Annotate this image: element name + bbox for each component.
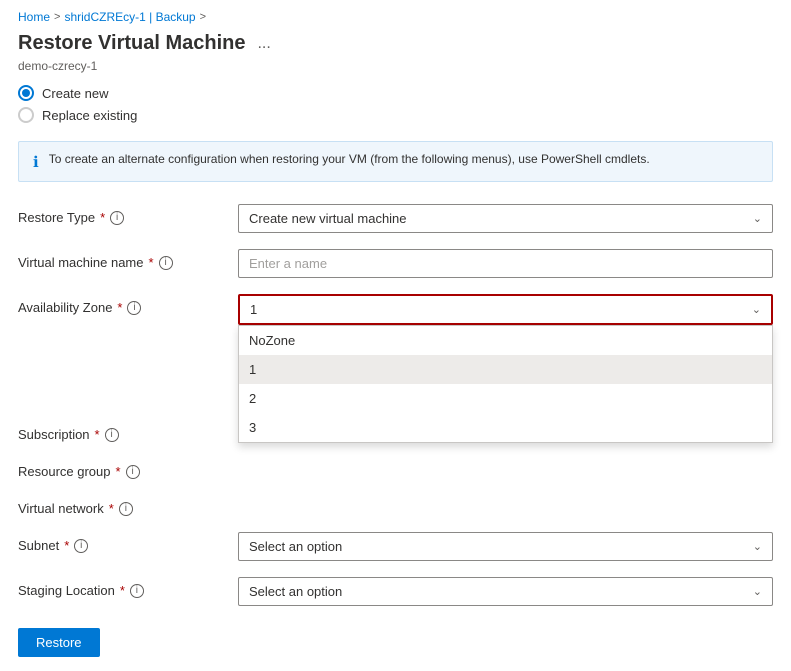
staging-location-dropdown[interactable]: Select an option ⌄ (238, 577, 773, 606)
breadcrumb-sep1: > (54, 11, 60, 23)
subscription-label: Subscription * i (18, 421, 238, 442)
subnet-control: Select an option ⌄ (238, 532, 773, 561)
avail-option-2[interactable]: 2 (239, 384, 772, 413)
staging-location-value: Select an option (249, 584, 753, 599)
restore-type-label: Restore Type * i (18, 204, 238, 225)
restore-option-group: Create new Replace existing (0, 81, 791, 133)
form-row-vm-name: Virtual machine name * i (18, 241, 773, 286)
radio-replace-existing[interactable]: Replace existing (18, 107, 773, 123)
restore-type-info-icon: i (110, 211, 124, 225)
vm-name-input[interactable] (238, 249, 773, 278)
form-row-subnet: Subnet * i Select an option ⌄ (18, 524, 773, 569)
staging-location-control: Select an option ⌄ (238, 577, 773, 606)
subnet-value: Select an option (249, 539, 753, 554)
page-title-row: Restore Virtual Machine ... (0, 28, 791, 57)
footer: Restore (0, 614, 791, 671)
restore-type-value: Create new virtual machine (249, 211, 753, 226)
info-banner-text: To create an alternate configuration whe… (49, 152, 650, 166)
subscription-info-icon: i (105, 428, 119, 442)
vm-name-field-label: Virtual machine name * i (18, 249, 238, 270)
subnet-chevron-icon: ⌄ (753, 540, 762, 553)
radio-create-new-label: Create new (42, 86, 108, 101)
radio-replace-existing-circle (18, 107, 34, 123)
staging-location-info-icon: i (130, 584, 144, 598)
availability-zone-wrapper: 1 ⌄ NoZone 1 2 3 (238, 294, 773, 325)
avail-option-nozone[interactable]: NoZone (239, 326, 772, 355)
ellipsis-button[interactable]: ... (253, 33, 274, 55)
form-row-restore-type: Restore Type * i Create new virtual mach… (18, 196, 773, 241)
virtual-network-info-icon: i (119, 502, 133, 516)
breadcrumb: Home > shridCZREcy-1 | Backup > (0, 0, 791, 28)
page-title: Restore Virtual Machine (18, 32, 245, 55)
availability-zone-info-icon: i (127, 301, 141, 315)
form-row-availability-zone: Availability Zone * i 1 ⌄ NoZone 1 2 3 (18, 286, 773, 333)
subnet-dropdown[interactable]: Select an option ⌄ (238, 532, 773, 561)
availability-zone-chevron-icon: ⌄ (752, 303, 761, 316)
subnet-info-icon: i (74, 539, 88, 553)
staging-location-chevron-icon: ⌄ (753, 585, 762, 598)
staging-location-label: Staging Location * i (18, 577, 238, 598)
form-row-virtual-network: Virtual network * i (18, 487, 773, 524)
availability-zone-label: Availability Zone * i (18, 294, 238, 315)
restore-type-control: Create new virtual machine ⌄ (238, 204, 773, 233)
avail-option-1[interactable]: 1 (239, 355, 772, 384)
vm-name-info-icon: i (159, 256, 173, 270)
info-banner: ℹ To create an alternate configuration w… (18, 141, 773, 182)
form-row-resource-group: Resource group * i (18, 450, 773, 487)
radio-create-new[interactable]: Create new (18, 85, 773, 101)
vm-name-label: demo-czrecy-1 (0, 57, 791, 81)
radio-replace-existing-label: Replace existing (42, 108, 137, 123)
radio-create-new-circle (18, 85, 34, 101)
virtual-network-label: Virtual network * i (18, 495, 238, 516)
form-row-staging-location: Staging Location * i Select an option ⌄ (18, 569, 773, 614)
availability-zone-value: 1 (250, 302, 752, 317)
restore-type-chevron-icon: ⌄ (753, 212, 762, 225)
restore-type-dropdown[interactable]: Create new virtual machine ⌄ (238, 204, 773, 233)
form-area: Restore Type * i Create new virtual mach… (0, 196, 791, 614)
restore-button[interactable]: Restore (18, 628, 100, 657)
breadcrumb-home[interactable]: Home (18, 10, 50, 24)
subnet-label: Subnet * i (18, 532, 238, 553)
availability-zone-menu: NoZone 1 2 3 (238, 325, 773, 443)
avail-option-3[interactable]: 3 (239, 413, 772, 442)
availability-zone-dropdown[interactable]: 1 ⌄ (238, 294, 773, 325)
vm-name-field-control (238, 249, 773, 278)
breadcrumb-backup-item[interactable]: shridCZREcy-1 | Backup (64, 10, 195, 24)
breadcrumb-sep2: > (200, 11, 206, 23)
resource-group-info-icon: i (126, 465, 140, 479)
info-icon: ℹ (33, 153, 39, 171)
resource-group-label: Resource group * i (18, 458, 238, 479)
